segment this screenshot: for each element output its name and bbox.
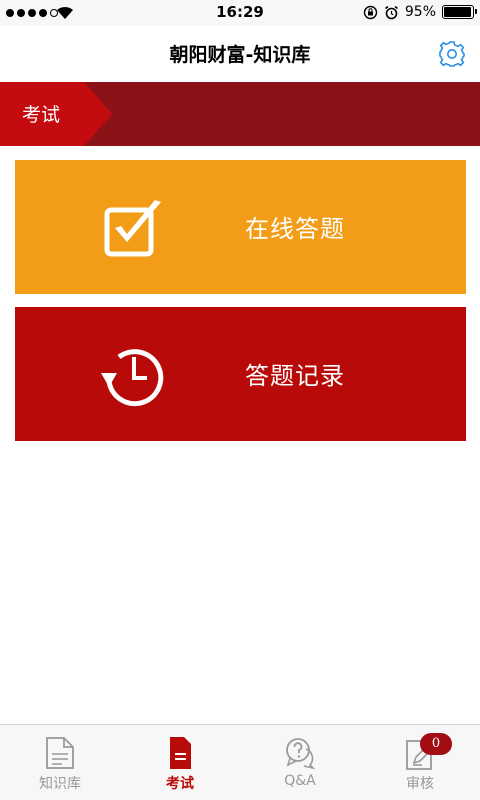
tab-bar: 知识库 考试 Q&A 审核 0 xyxy=(0,724,480,800)
rotation-lock-icon xyxy=(363,5,378,19)
review-count-badge: 0 xyxy=(420,733,452,755)
tab-label: 知识库 xyxy=(39,776,81,792)
tab-knowledge-base[interactable]: 知识库 xyxy=(0,725,120,800)
qa-icon xyxy=(286,738,316,770)
tab-label: 考试 xyxy=(166,776,194,792)
battery-fill xyxy=(444,7,471,17)
gear-icon[interactable] xyxy=(438,40,466,68)
exam-icon xyxy=(170,737,191,769)
section-label: 考试 xyxy=(22,104,61,126)
tab-review[interactable]: 审核 xyxy=(360,725,480,800)
status-right: 95% xyxy=(363,4,477,20)
nav-bar: 朝阳财富-知识库 xyxy=(0,26,480,82)
battery-icon xyxy=(442,5,477,19)
online-quiz-button[interactable]: 在线答题 xyxy=(15,160,466,294)
checkbox-icon xyxy=(104,200,161,257)
online-quiz-label: 在线答题 xyxy=(245,215,345,243)
section-header: 考试 xyxy=(0,82,480,146)
tab-exam[interactable]: 考试 xyxy=(120,725,240,800)
status-bar: 16:29 95% xyxy=(0,0,480,26)
quiz-record-button[interactable]: 答题记录 xyxy=(15,307,466,441)
battery-percent: 95% xyxy=(404,4,436,20)
quiz-record-label: 答题记录 xyxy=(245,362,345,390)
document-icon xyxy=(46,737,74,769)
tab-label: 审核 xyxy=(406,776,434,792)
alarm-icon xyxy=(384,5,398,19)
clock-history-icon xyxy=(101,349,164,407)
tab-qa[interactable]: Q&A xyxy=(240,725,360,800)
page-title: 朝阳财富-知识库 xyxy=(169,44,311,66)
tab-label: Q&A xyxy=(284,773,316,789)
